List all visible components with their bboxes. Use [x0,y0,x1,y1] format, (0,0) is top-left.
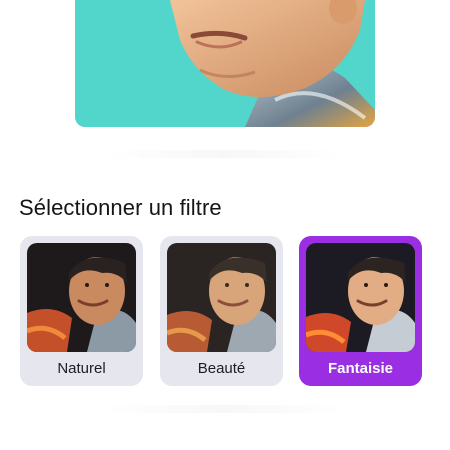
filter-option-naturel[interactable]: Naturel [20,236,143,386]
filter-option-beaute[interactable]: Beauté [160,236,283,386]
divider [105,405,345,413]
portrait-thumbnail-icon [27,243,136,352]
filter-label: Fantaisie [327,360,394,377]
filter-label: Naturel [57,360,106,377]
preview-image [75,0,375,127]
filter-option-fantaisie[interactable]: Fantaisie [299,236,422,386]
portrait-preview-icon [75,0,375,127]
divider [105,150,345,158]
filter-list: Naturel Beauté Fantaisie [20,236,422,386]
section-title: Sélectionner un filtre [19,195,222,220]
portrait-thumbnail-icon [306,243,415,352]
filter-thumbnail [27,243,136,352]
filter-label: Beauté [197,360,246,377]
filter-thumbnail [306,243,415,352]
filter-thumbnail [167,243,276,352]
portrait-thumbnail-icon [167,243,276,352]
